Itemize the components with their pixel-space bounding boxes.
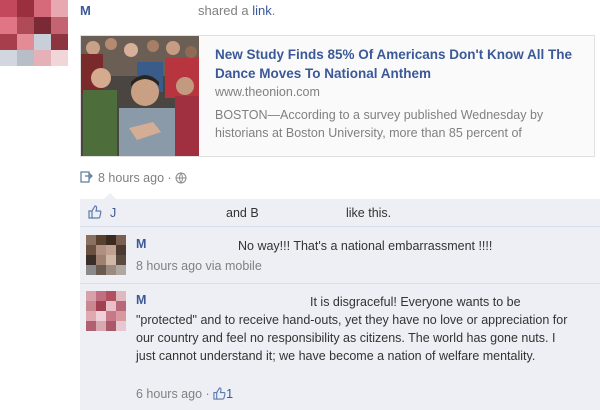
shared-link-icon bbox=[80, 170, 94, 187]
post-timestamp[interactable]: 8 hours ago bbox=[98, 171, 164, 185]
globe-icon bbox=[175, 172, 187, 187]
comment-author[interactable]: M bbox=[136, 293, 146, 307]
comment-text-first-line: It is disgraceful! Everyone wants to be bbox=[310, 295, 521, 309]
attachment-url: www.theonion.com bbox=[215, 85, 320, 99]
action-link[interactable]: link bbox=[252, 3, 272, 18]
comment-item: M It is disgraceful! Everyone wants to b… bbox=[80, 284, 600, 410]
crowd-photo-image bbox=[81, 36, 199, 156]
author-avatar[interactable] bbox=[0, 0, 68, 66]
commenter-avatar[interactable] bbox=[86, 235, 126, 275]
comment-text: "protected" and to receive hand-outs, ye… bbox=[136, 313, 568, 363]
comment-separator: · bbox=[205, 387, 210, 401]
likes-row: J and B like this. bbox=[80, 199, 600, 227]
comment-text: No way!!! That's a national embarrassmen… bbox=[238, 239, 493, 253]
thumbs-up-icon bbox=[88, 205, 102, 222]
attachment-description: BOSTON—According to a survey published W… bbox=[215, 108, 544, 140]
post-header: M shared a link. bbox=[80, 3, 275, 18]
comment-via: via mobile bbox=[205, 259, 262, 273]
comment-meta: 6 hours ago · 1 bbox=[136, 387, 233, 403]
comment-like-count[interactable]: 1 bbox=[226, 387, 233, 401]
likes-suffix: like this. bbox=[346, 206, 392, 220]
post-author-name[interactable]: M bbox=[80, 3, 91, 18]
comment-author[interactable]: M bbox=[136, 237, 146, 251]
meta-separator: · bbox=[167, 171, 172, 185]
post-action-text: shared a link. bbox=[198, 3, 275, 18]
liker-and-name-2[interactable]: and B bbox=[226, 206, 259, 220]
attachment-thumbnail[interactable] bbox=[81, 36, 199, 156]
thumbs-up-icon[interactable] bbox=[213, 387, 226, 403]
liker-name-1[interactable]: J bbox=[110, 206, 116, 220]
comment-time: 8 hours ago via mobile bbox=[136, 259, 262, 273]
commenter-avatar[interactable] bbox=[86, 291, 126, 331]
action-prefix: shared a bbox=[198, 3, 253, 18]
comment-timestamp[interactable]: 8 hours ago bbox=[136, 259, 202, 273]
comment-timestamp[interactable]: 6 hours ago bbox=[136, 387, 202, 401]
post-meta: 8 hours ago · bbox=[80, 170, 191, 187]
comment-item: M No way!!! That's a national embarrassm… bbox=[80, 227, 600, 284]
action-suffix: . bbox=[271, 3, 276, 18]
link-attachment[interactable]: New Study Finds 85% Of Americans Don't K… bbox=[80, 35, 595, 157]
attachment-title[interactable]: New Study Finds 85% Of Americans Don't K… bbox=[215, 45, 590, 83]
